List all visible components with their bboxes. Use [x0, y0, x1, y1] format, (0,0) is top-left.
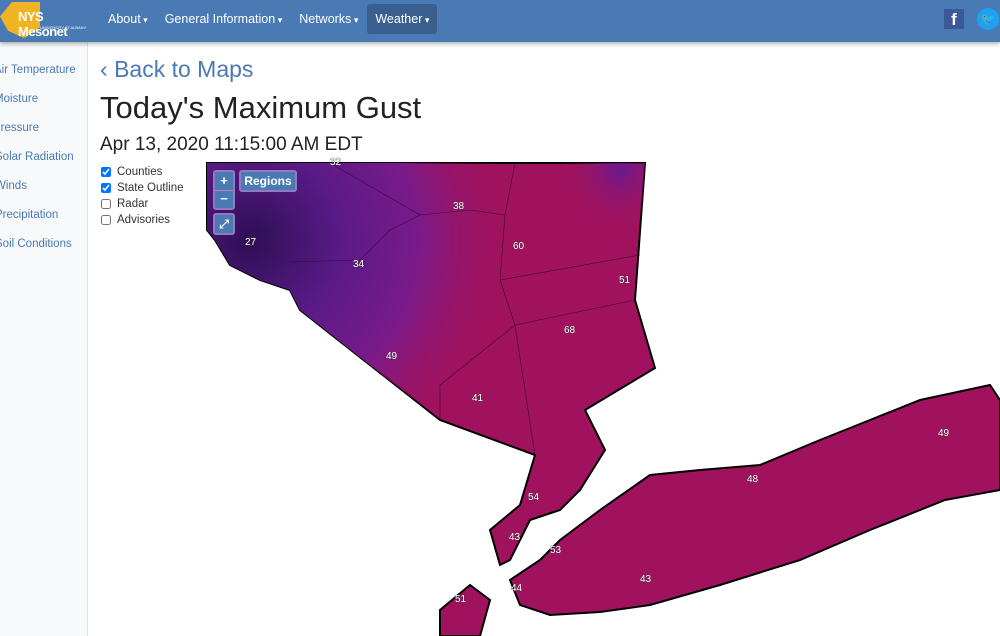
zoom-out-button[interactable]: −	[215, 190, 233, 208]
nav-networks[interactable]: Networks	[291, 4, 366, 34]
nav-about[interactable]: About	[100, 4, 156, 34]
fullscreen-icon[interactable]: ⤢	[213, 213, 235, 235]
facebook-icon[interactable]: f	[944, 9, 964, 29]
station-value: 32	[330, 157, 342, 168]
station-value: 60	[513, 241, 525, 252]
zoom-in-button[interactable]: +	[215, 172, 233, 190]
regions-button[interactable]: Regions	[239, 170, 297, 192]
twitter-icon[interactable]: 🐦	[977, 8, 999, 30]
staten-island-region	[439, 583, 492, 636]
station-value: 43	[509, 532, 521, 543]
gust-map[interactable]: 32 38 27 60 34 51 68 49 41 49 48 54 43 5…	[0, 0, 1000, 636]
station-value: 41	[472, 393, 484, 404]
top-navbar: NYS MesonetUNIVERSITY AT ALBANY About Ge…	[0, 0, 1000, 42]
station-value: 38	[453, 201, 465, 212]
station-value: 49	[938, 428, 950, 439]
station-value: 51	[619, 275, 631, 286]
station-value: 48	[747, 474, 759, 485]
station-value: 27	[245, 237, 257, 248]
station-value: 34	[353, 259, 365, 270]
nav-weather[interactable]: Weather	[367, 4, 438, 34]
station-value: 53	[550, 545, 562, 556]
station-value: 54	[528, 492, 540, 503]
nys-mesonet-logo[interactable]: NYS Mesonet UNIVERSITY AT ALBANY	[0, 0, 90, 40]
station-value: 49	[386, 351, 398, 362]
station-value: 44	[511, 583, 523, 594]
zoom-control: + −	[213, 170, 235, 210]
station-value: 68	[564, 325, 576, 336]
station-value: 43	[640, 574, 652, 585]
station-value: 51	[455, 594, 467, 605]
nav-general-information[interactable]: General Information	[157, 4, 291, 34]
